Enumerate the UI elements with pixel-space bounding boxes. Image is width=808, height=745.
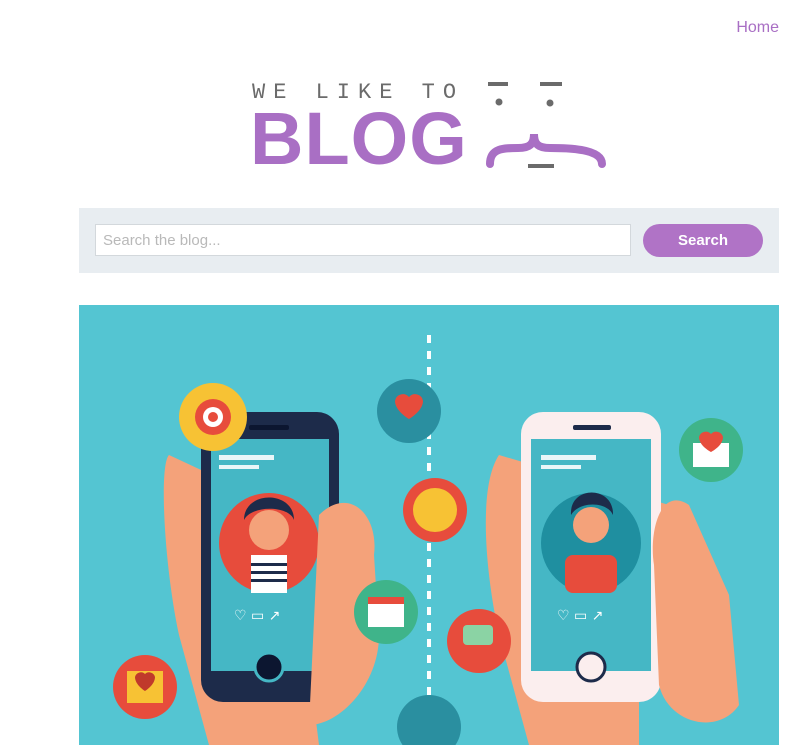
search-input[interactable] [95, 224, 631, 256]
svg-text:♡ ▭ ↗: ♡ ▭ ↗ [557, 608, 603, 624]
svg-text:♡ ▭ ↗: ♡ ▭ ↗ [234, 608, 280, 624]
search-button[interactable]: Search [643, 224, 763, 257]
hero-illustration: ♡ ▭ ↗ ♡ ▭ ↗ [79, 305, 779, 745]
logo-face-icon [486, 82, 606, 168]
hero-image[interactable]: ♡ ▭ ↗ ♡ ▭ ↗ [79, 305, 779, 745]
search-bar: Search [79, 208, 779, 273]
nav-home-link[interactable]: Home [736, 19, 779, 37]
logo-wordmark: BLOG [250, 97, 468, 180]
site-logo[interactable]: WE LIKE TO BLOG [250, 74, 612, 184]
